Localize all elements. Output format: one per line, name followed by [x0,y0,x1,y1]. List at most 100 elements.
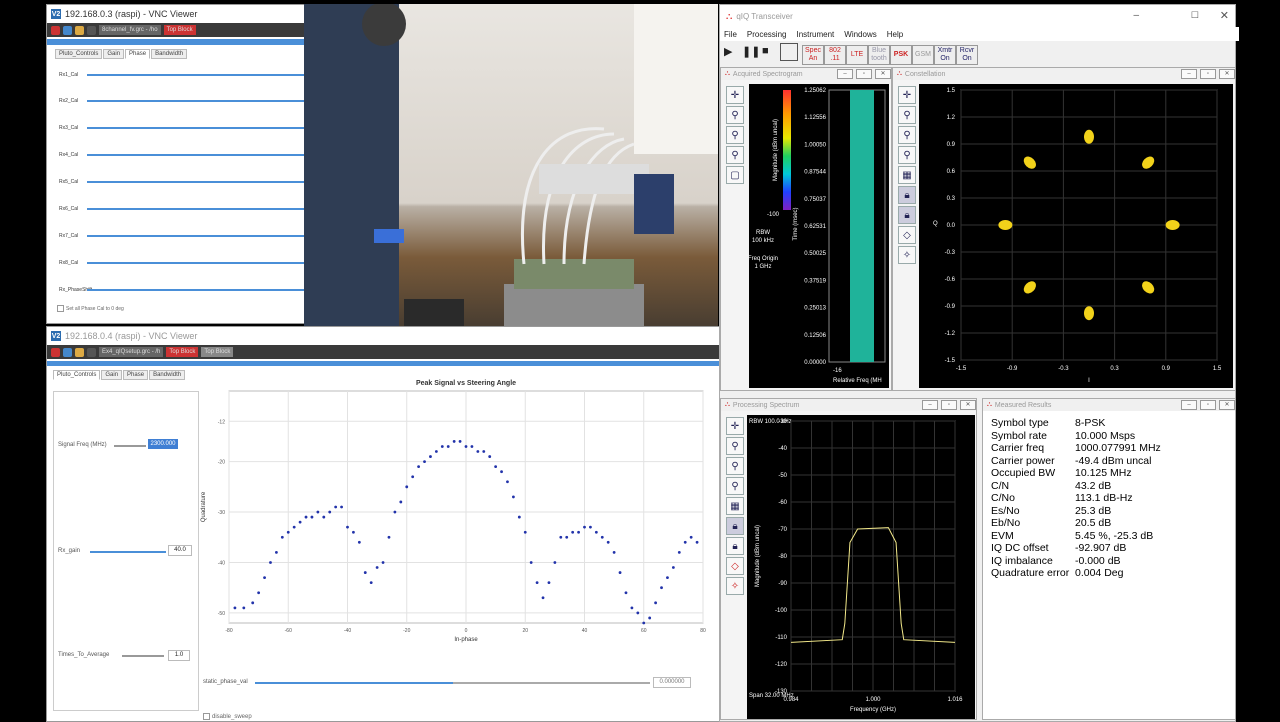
marker-cross-icon-2[interactable]: ✧ [726,577,744,595]
zoom-icon-3[interactable]: ⚲ [726,437,744,455]
zoom-out-icon-3[interactable]: ⚲ [726,457,744,475]
rx-gain-slider[interactable] [90,551,166,553]
zoom-box-icon-3[interactable]: ⚲ [726,477,744,495]
win-min-button-3[interactable]: – [922,400,938,410]
zoom-box-icon-2[interactable]: ⚲ [898,146,916,164]
zoom-icon[interactable]: ⚲ [726,106,744,124]
measured-titlebar[interactable]: ⛬ Measured Results – ▫ ✕ [983,399,1235,411]
menu-help[interactable]: Help [887,30,903,39]
tab-pluto-controls-2[interactable]: Pluto_Controls [53,370,101,380]
terminal-icon-2[interactable] [87,347,96,357]
task-grc-2[interactable]: Ex4_qIQsetup.grc - /h [99,347,164,357]
psk-button[interactable]: PSK [890,45,912,65]
win-max-button-4[interactable]: ▫ [1200,400,1216,410]
wifi-80211-button[interactable]: 802 .11 [824,45,846,65]
raspberry-menu-icon[interactable] [51,25,60,35]
task-grc[interactable]: 8channel_fv.grc - /ho [99,25,161,35]
menu-file[interactable]: File [724,30,737,39]
spectrogram-titlebar[interactable]: ⛬ Acquired Spectrogram – ▫ ✕ [721,68,891,80]
folder-icon-2[interactable] [75,347,84,357]
zoom-out-icon[interactable]: ⚲ [726,126,744,144]
tab-bandwidth[interactable]: Bandwidth [151,49,188,59]
select-box-icon[interactable]: ▢ [726,166,744,184]
menu-windows[interactable]: Windows [844,30,876,39]
zero-cal-checkbox[interactable]: Set all Phase Cal to 0 deg [57,305,124,312]
rx-gain-input[interactable]: 40.0 [168,545,192,556]
zoom-out-icon-2[interactable]: ⚲ [898,126,916,144]
tab-phase-2[interactable]: Phase [123,370,149,380]
vnc1-titlebar[interactable]: V2 192.168.0.3 (raspi) - VNC Viewer [47,5,305,23]
zoom-icon-2[interactable]: ⚲ [898,106,916,124]
stop-icon[interactable]: ■ [762,45,769,57]
win-min-button[interactable]: – [837,69,853,79]
times-to-average-input[interactable]: 1.0 [168,650,190,661]
crosshair-icon-3[interactable]: ✛ [726,417,744,435]
task-top-block-2[interactable]: Top Block [166,347,199,357]
grid-icon[interactable]: ▦ [898,166,916,184]
signal-freq-input[interactable]: 2300.000 [148,439,178,449]
play-icon[interactable]: ▶ [724,45,732,58]
win-min-button-4[interactable]: – [1181,400,1197,410]
marker-icon[interactable]: ◇ [898,226,916,244]
marker-icon-2[interactable]: ◇ [726,557,744,575]
tab-gain-2[interactable]: Gain [101,370,123,380]
marker-cross-icon[interactable]: ✧ [898,246,916,264]
rx-phaseshift-slider[interactable]: Rx_PhaseShift [59,285,305,295]
menu-instrument[interactable]: Instrument [796,30,834,39]
tab-phase[interactable]: Phase [125,49,151,59]
lock-icon-2[interactable]: 🔒︎ [898,206,916,224]
task-top-block-3[interactable]: Top Block [201,347,234,357]
qiq-titlebar[interactable]: ⛬ qIQ Transceiver – ☐ ✕ [720,5,1235,27]
times-to-average-slider[interactable] [122,655,164,657]
tab-bandwidth-2[interactable]: Bandwidth [149,370,186,380]
maximize-icon[interactable]: ☐ [1191,10,1199,21]
bluetooth-button[interactable]: Blue tooth [868,45,890,65]
spec-an-button[interactable]: Spec An [802,45,824,65]
lte-button[interactable]: LTE [846,45,868,65]
signal-freq-slider[interactable] [114,445,146,447]
disable-sweep-box[interactable] [203,713,210,720]
win-close-button-2[interactable]: ✕ [1219,69,1235,79]
gsm-button[interactable]: GSM [912,45,934,65]
terminal-icon[interactable] [87,25,96,35]
pause-icon[interactable]: ❚❚ [742,45,760,58]
constellation-titlebar[interactable]: ⛬ Constellation – ▫ ✕ [893,68,1235,80]
rx6-slider[interactable]: Rx6_Cal [59,204,305,214]
checkbox-box[interactable] [57,305,64,312]
task-top-block[interactable]: Top Block [163,25,196,35]
crosshair-icon[interactable]: ✛ [726,86,744,104]
close-icon[interactable]: ✕ [1220,9,1229,22]
lock-icon-3[interactable]: 🔒︎ [726,517,744,535]
lock-icon[interactable]: 🔒︎ [898,186,916,204]
vnc2-titlebar[interactable]: V2 192.168.0.4 (raspi) - VNC Viewer [47,327,719,345]
win-close-button-3[interactable]: ✕ [960,400,976,410]
win-close-button[interactable]: ✕ [875,69,891,79]
rx1-slider[interactable]: Rx1_Cal [59,70,305,80]
rx8-slider[interactable]: Rx8_Cal [59,258,305,268]
static-phase-input[interactable]: 0.000000 [653,677,691,688]
raspberry-menu-icon-2[interactable] [51,347,60,357]
browser-icon[interactable] [63,25,72,35]
rx7-slider[interactable]: Rx7_Cal [59,231,305,241]
display-icon[interactable] [780,43,798,61]
menu-processing[interactable]: Processing [747,30,787,39]
minimize-icon[interactable]: – [1133,10,1139,21]
folder-icon[interactable] [75,25,84,35]
rx2-slider[interactable]: Rx2_Cal [59,96,305,106]
rx4-slider[interactable]: Rx4_Cal [59,150,305,160]
win-max-button-3[interactable]: ▫ [941,400,957,410]
spectrum-titlebar[interactable]: ⛬ Processing Spectrum – ▫ ✕ [721,399,976,411]
zoom-box-icon[interactable]: ⚲ [726,146,744,164]
static-phase-slider[interactable] [255,682,650,684]
win-max-button[interactable]: ▫ [856,69,872,79]
xmtr-on-button[interactable]: Xmtr On [934,45,956,65]
browser-icon-2[interactable] [63,347,72,357]
tab-gain[interactable]: Gain [103,49,125,59]
win-close-button-4[interactable]: ✕ [1219,400,1235,410]
win-max-button-2[interactable]: ▫ [1200,69,1216,79]
grid-icon-2[interactable]: ▦ [726,497,744,515]
lock-icon-4[interactable]: 🔒︎ [726,537,744,555]
rcvr-on-button[interactable]: Rcvr On [956,45,978,65]
rx5-slider[interactable]: Rx5_Cal [59,177,305,187]
rx3-slider[interactable]: Rx3_Cal [59,123,305,133]
